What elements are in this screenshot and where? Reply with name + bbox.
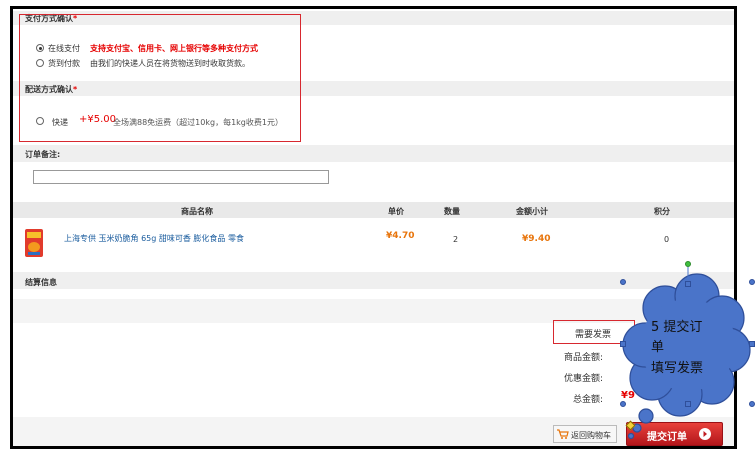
rotate-handle[interactable]: [685, 261, 691, 267]
resize-handle-right[interactable]: [749, 341, 755, 347]
resize-handle-bottom[interactable]: [685, 401, 691, 407]
callout-line2: 单: [651, 340, 665, 355]
callout-cloud-shape: [622, 267, 751, 440]
resize-handle-top-right[interactable]: [749, 279, 755, 285]
resize-handle-top-left[interactable]: [620, 279, 626, 285]
callout-line1: 5 提交订: [651, 320, 703, 335]
resize-handle-bottom-left[interactable]: [620, 401, 626, 407]
resize-handle-left[interactable]: [620, 341, 626, 347]
resize-handle-top[interactable]: [685, 281, 691, 287]
callout-line3: 填写发票: [651, 361, 704, 376]
resize-handle-bottom-right[interactable]: [749, 401, 755, 407]
